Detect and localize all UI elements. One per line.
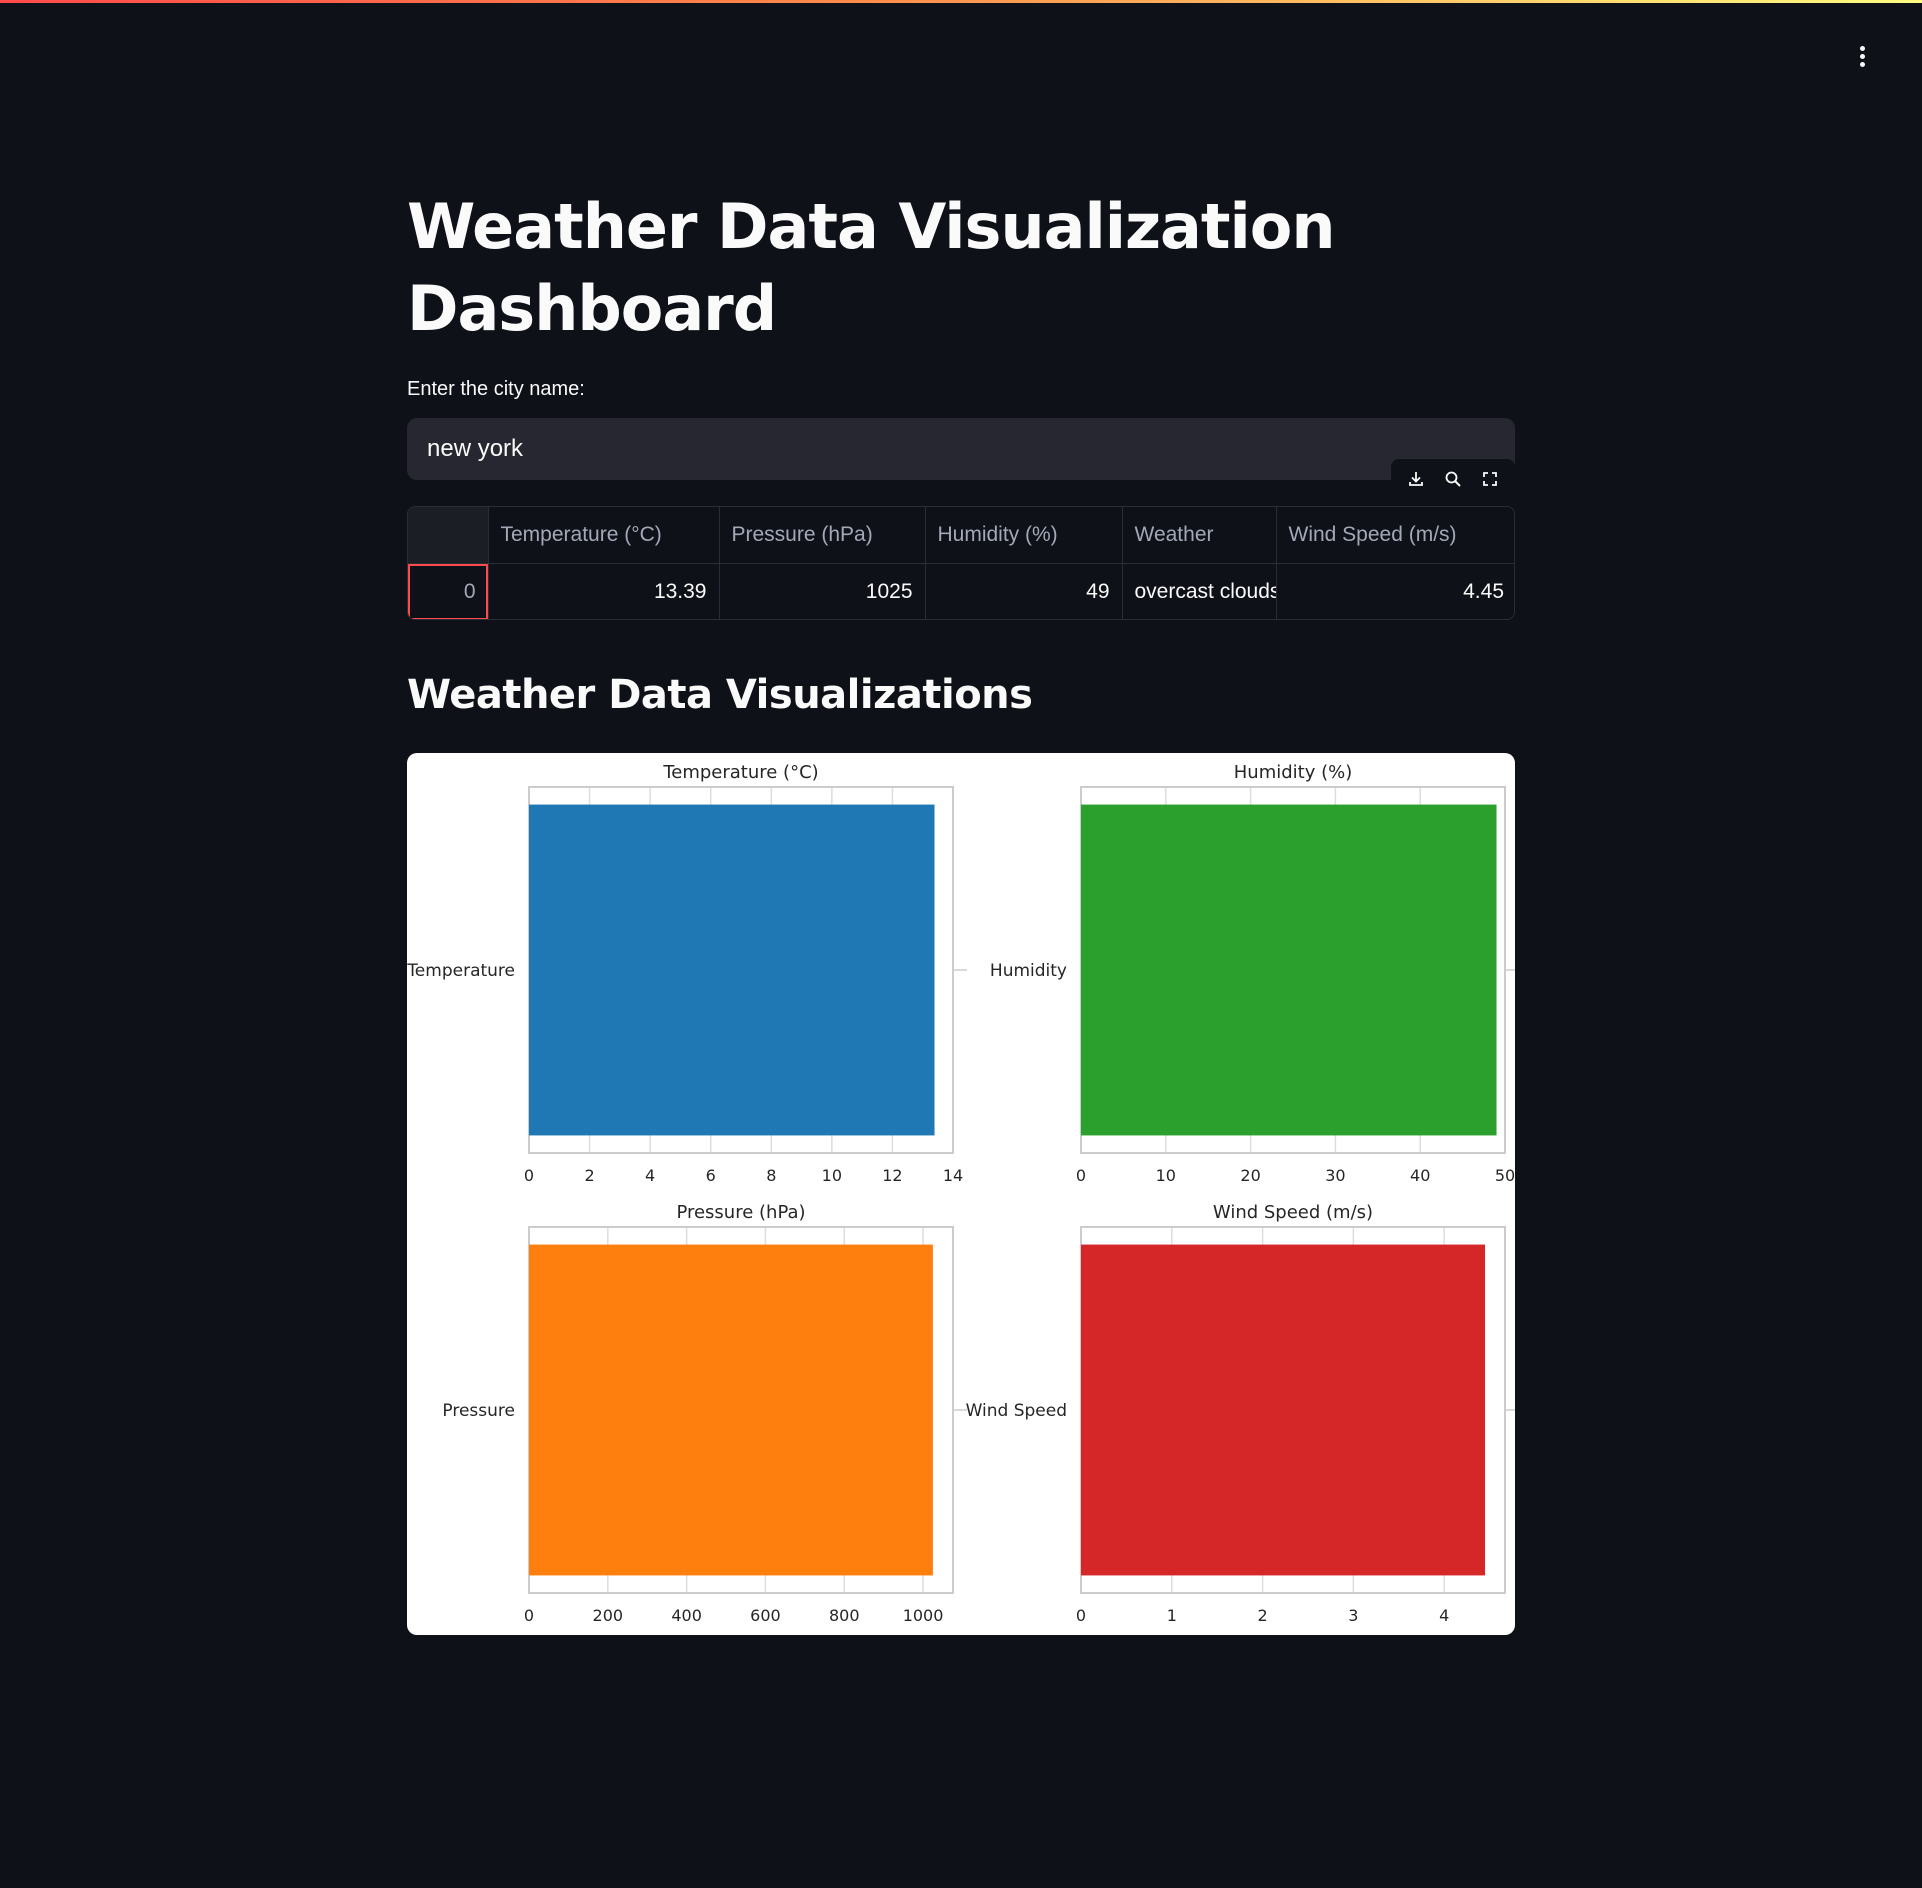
wind-speed-chart-title: Wind Speed (m/s) bbox=[1213, 1202, 1373, 1223]
temperature-x-tick-label: 8 bbox=[766, 1166, 776, 1185]
weather-dataframe[interactable]: Temperature (°C) Pressure (hPa) Humidity… bbox=[407, 506, 1515, 620]
column-header-pressure[interactable]: Pressure (hPa) bbox=[719, 507, 926, 564]
humidity-x-tick-label: 10 bbox=[1156, 1166, 1176, 1185]
search-icon[interactable] bbox=[1438, 464, 1468, 494]
charts-svg: Temperature0 2 4 6 8 10 12 14Temperature (°C)Hu… bbox=[407, 762, 1515, 1625]
kebab-menu-icon[interactable] bbox=[1848, 42, 1876, 70]
humidity-cell[interactable]: 49 bbox=[925, 563, 1123, 619]
pressure-x-tick-label: 0 bbox=[524, 1606, 534, 1625]
download-icon[interactable] bbox=[1401, 464, 1431, 494]
wind-speed-x-tick-label: 1 bbox=[1167, 1606, 1177, 1625]
temperature-x-tick-label: 10 bbox=[822, 1166, 842, 1185]
temperature-x-tick-label: 14 bbox=[943, 1166, 963, 1185]
column-header-humidity[interactable]: Humidity (%) bbox=[925, 507, 1123, 564]
temperature-x-tick-label: 12 bbox=[882, 1166, 902, 1185]
pressure-x-tick-label: 200 bbox=[593, 1606, 624, 1625]
pressure-x-tick-label: 400 bbox=[671, 1606, 702, 1625]
humidity-x-tick-label: 40 bbox=[1410, 1166, 1430, 1185]
top-decoration-bar bbox=[0, 0, 1922, 3]
pressure-x-tick-label: 600 bbox=[750, 1606, 781, 1625]
humidity-category-label: Humidity bbox=[990, 961, 1067, 981]
city-input-label: Enter the city name: bbox=[407, 378, 585, 400]
city-input[interactable] bbox=[407, 418, 1515, 480]
temperature-x-tick-label: 4 bbox=[645, 1166, 655, 1185]
temperature-x-tick-label: 2 bbox=[584, 1166, 594, 1185]
wind-speed-x-tick-label: 2 bbox=[1257, 1606, 1267, 1625]
temperature-x-tick-label: 0 bbox=[524, 1166, 534, 1185]
pressure-x-tick-label: 1000 bbox=[903, 1606, 944, 1625]
humidity-x-tick-label: 20 bbox=[1240, 1166, 1260, 1185]
table-header-row: Temperature (°C) Pressure (hPa) Humidity… bbox=[408, 507, 1514, 564]
weather-charts-figure: Temperature 0 2 4 6 8 10 12 14 Temperature (°C) Hu… bbox=[407, 753, 1515, 1635]
column-header-wind-speed[interactable]: Wind Speed (m/s) bbox=[1276, 507, 1514, 564]
humidity-x-tick-label: 50 bbox=[1495, 1166, 1515, 1185]
temperature-cell[interactable]: 13.39 bbox=[488, 563, 720, 619]
column-header-temperature[interactable]: Temperature (°C) bbox=[488, 507, 720, 564]
dataframe-toolbar bbox=[1391, 459, 1515, 499]
wind-speed-x-tick-label: 3 bbox=[1348, 1606, 1358, 1625]
section-title: Weather Data Visualizations bbox=[407, 672, 1033, 718]
table-row: 0 13.39 1025 49 overcast clouds 4.45 bbox=[408, 563, 1514, 620]
humidity-chart-title: Humidity (%) bbox=[1234, 762, 1353, 783]
humidity-x-tick-label: 0 bbox=[1076, 1166, 1086, 1185]
pressure-bar bbox=[529, 1244, 933, 1576]
pressure-x-tick-label: 800 bbox=[829, 1606, 860, 1625]
temperature-category-label: Temperature bbox=[407, 961, 515, 981]
weather-cell[interactable]: overcast clouds bbox=[1122, 563, 1277, 619]
row-index-cell[interactable]: 0 bbox=[408, 563, 489, 619]
humidity-x-tick-label: 30 bbox=[1325, 1166, 1345, 1185]
wind-speed-x-tick-label: 4 bbox=[1439, 1606, 1449, 1625]
wind-speed-x-tick-label: 0 bbox=[1076, 1606, 1086, 1625]
pressure-category-label: Pressure bbox=[442, 1401, 515, 1421]
pressure-chart-title: Pressure (hPa) bbox=[676, 1202, 805, 1223]
wind-speed-bar bbox=[1081, 1244, 1486, 1576]
temperature-bar bbox=[529, 804, 935, 1136]
wind-speed-category-label: Wind Speed bbox=[966, 1401, 1067, 1421]
temperature-x-tick-label: 6 bbox=[706, 1166, 716, 1185]
column-header-weather[interactable]: Weather bbox=[1122, 507, 1277, 564]
page-title: Weather Data Visualization Dashboard bbox=[407, 190, 1336, 345]
wind-speed-cell[interactable]: 4.45 bbox=[1276, 564, 1514, 620]
column-header-index[interactable] bbox=[408, 507, 489, 564]
fullscreen-icon[interactable] bbox=[1475, 464, 1505, 494]
temperature-chart-title: Temperature (°C) bbox=[662, 762, 818, 783]
humidity-bar bbox=[1081, 804, 1497, 1136]
pressure-cell[interactable]: 1025 bbox=[719, 563, 926, 619]
